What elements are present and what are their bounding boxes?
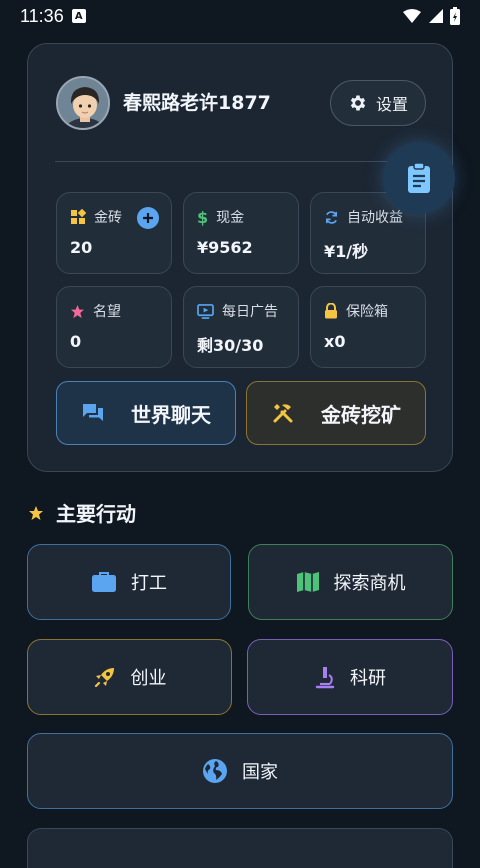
- status-time: 11:36: [20, 5, 64, 26]
- country-button[interactable]: 国家: [27, 733, 453, 809]
- avatar[interactable]: [56, 76, 110, 130]
- globe-icon: [203, 759, 227, 783]
- clipboard-icon: [408, 162, 430, 193]
- work-button[interactable]: 打工: [27, 544, 231, 620]
- gold-mining-label: 金砖挖矿: [321, 402, 401, 427]
- stat-reputation: 名望 0: [56, 286, 172, 368]
- tools-icon: [273, 404, 293, 423]
- stat-label: 名望: [93, 304, 121, 320]
- stat-value: x0: [324, 332, 346, 351]
- country-label: 国家: [242, 762, 278, 783]
- tv-icon: [197, 303, 214, 319]
- star-icon: [29, 505, 43, 520]
- grid-icon: [71, 209, 86, 224]
- refresh-icon: [325, 210, 338, 224]
- settings-button[interactable]: 设置: [330, 80, 426, 126]
- dollar-icon: $: [197, 207, 209, 227]
- world-chat-label: 世界聊天: [131, 402, 211, 427]
- clipboard-fab[interactable]: [383, 142, 455, 214]
- gold-mining-button[interactable]: 金砖挖矿: [246, 381, 426, 445]
- username: 春熙路老许1877: [123, 92, 271, 114]
- world-chat-button[interactable]: 世界聊天: [56, 381, 236, 445]
- settings-label: 设置: [375, 95, 408, 114]
- stat-safe-box: 保险箱 x0: [310, 286, 426, 368]
- briefcase-icon: [92, 572, 116, 592]
- battery-icon: [450, 7, 460, 25]
- section-title-label: 主要行动: [56, 502, 136, 526]
- add-gold-button[interactable]: [137, 207, 159, 229]
- lock-icon: [325, 303, 337, 319]
- stat-gold-bricks: 金砖 20: [56, 192, 172, 274]
- stat-label: 金砖: [94, 210, 122, 226]
- stat-label: 保险箱: [346, 304, 388, 320]
- stat-value: 0: [70, 332, 82, 351]
- research-label: 科研: [350, 668, 386, 689]
- explore-business-label: 探索商机: [333, 573, 406, 594]
- stat-label: 现金: [216, 210, 245, 226]
- stat-label: 自动收益: [347, 210, 403, 226]
- gear-icon: [350, 95, 366, 111]
- profile-card: 春熙路老许1877 设置 金砖 20 $ 现金 ¥9562 自动收益 ¥1/秒 …: [27, 43, 453, 472]
- status-icons: [402, 7, 460, 25]
- notification-icon: A: [71, 9, 86, 23]
- divider: [55, 161, 427, 162]
- stat-value: ¥1/秒: [324, 242, 369, 261]
- stat-daily-ads: 每日广告 剩30/30: [183, 286, 299, 368]
- status-bar: 11:36 A: [0, 0, 480, 32]
- chat-icon: [83, 404, 103, 421]
- stat-value: 20: [70, 238, 93, 257]
- rocket-icon: [94, 668, 114, 688]
- research-button[interactable]: 科研: [247, 639, 453, 715]
- next-action-button-partial[interactable]: [27, 828, 453, 868]
- stat-value: ¥9562: [197, 238, 253, 257]
- wifi-icon: [403, 9, 421, 23]
- startup-label: 创业: [130, 668, 167, 689]
- star-icon: [70, 304, 85, 318]
- stat-value: 剩30/30: [197, 336, 264, 355]
- stat-cash: $ 现金 ¥9562: [183, 192, 299, 274]
- avatar-portrait: [58, 78, 108, 128]
- signal-icon: [429, 9, 443, 23]
- work-label: 打工: [131, 573, 167, 594]
- map-icon: [296, 572, 319, 592]
- startup-button[interactable]: 创业: [27, 639, 232, 715]
- microscope-icon: [315, 667, 335, 689]
- stat-label: 每日广告: [222, 304, 278, 320]
- main-actions-title: 主要行动: [28, 498, 136, 527]
- explore-business-button[interactable]: 探索商机: [248, 544, 453, 620]
- plus-icon: [143, 213, 153, 223]
